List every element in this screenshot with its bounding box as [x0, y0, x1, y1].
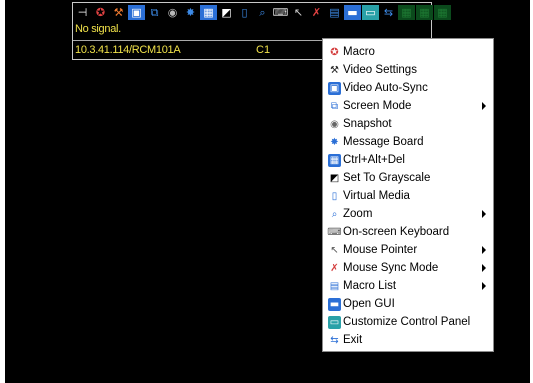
menu-item-label: Video Settings: [343, 64, 417, 76]
mouse-pointer-icon: ↖: [328, 243, 341, 257]
video-settings-icon[interactable]: ⚒: [110, 5, 127, 20]
menu-item-snapshot[interactable]: ◉ Snapshot: [323, 115, 493, 133]
ctrl-alt-del-icon[interactable]: ▦: [200, 5, 217, 20]
target-name: 10.3.41.114/RCM101A: [75, 44, 181, 56]
video-autosync-icon: ▣: [328, 81, 341, 95]
zoom-icon: ⌕: [328, 207, 341, 221]
menu-item-label: Video Auto-Sync: [343, 82, 428, 94]
green-panel-3-icon[interactable]: ▦: [434, 5, 451, 20]
menu-item-set-to-grayscale[interactable]: ◩ Set To Grayscale: [323, 169, 493, 187]
customize-panel-icon: ▭: [328, 315, 341, 329]
menu-item-zoom[interactable]: ⌕ Zoom: [323, 205, 493, 223]
menu-item-label: Exit: [343, 334, 363, 346]
macro-icon[interactable]: ✪: [92, 5, 109, 20]
menu-item-label: Message Board: [343, 136, 424, 148]
green-panel-2-icon[interactable]: ▦: [416, 5, 433, 20]
menu-item-label: Customize Control Panel: [343, 316, 471, 328]
message-board-icon[interactable]: ✸: [182, 5, 199, 20]
menu-item-virtual-media[interactable]: ▯ Virtual Media: [323, 187, 493, 205]
context-menu: ✪ Macro ⚒ Video Settings ▣ Video Auto-Sync ⧉ Sc…: [322, 38, 494, 352]
virtual-media-icon[interactable]: ▯: [236, 5, 253, 20]
screen-mode-icon[interactable]: ⧉: [146, 5, 163, 20]
menu-item-message-board[interactable]: ✸ Message Board: [323, 133, 493, 151]
customize-panel-icon[interactable]: ▭: [362, 5, 379, 20]
mouse-sync-icon[interactable]: ✗: [308, 5, 325, 20]
menu-item-mouse-pointer[interactable]: ↖ Mouse Pointer: [323, 241, 493, 259]
remote-screen: ⊣ ✪ ⚒ ▣ ⧉ ◉ ✸ ▦ ◩ ▯ ⌕ ⌨ ↖ ✗ ▤ ▬ ▭ ⇆ ▦ ▦ ▦ No signal. 10.3.41…: [5, 0, 530, 383]
exit-icon[interactable]: ⇆: [380, 5, 397, 20]
pin-icon[interactable]: ⊣: [74, 5, 91, 20]
menu-item-label: Macro List: [343, 280, 397, 292]
menu-item-macro-list[interactable]: ▤ Macro List: [323, 277, 493, 295]
macro-icon: ✪: [328, 45, 341, 59]
menu-item-label: Virtual Media: [343, 190, 410, 202]
virtual-media-icon: ▯: [328, 189, 341, 203]
screen-mode-icon: ⧉: [328, 99, 341, 113]
zoom-icon[interactable]: ⌕: [254, 5, 271, 20]
menu-item-label: On-screen Keyboard: [343, 226, 450, 238]
menu-item-label: Snapshot: [343, 118, 392, 130]
menu-item-macro[interactable]: ✪ Macro: [323, 43, 493, 61]
menu-item-label: Set To Grayscale: [343, 172, 431, 184]
menu-item-video-settings[interactable]: ⚒ Video Settings: [323, 61, 493, 79]
ctrl-alt-del-icon: ▦: [328, 153, 341, 167]
toolbar-icon-row: ⊣ ✪ ⚒ ▣ ⧉ ◉ ✸ ▦ ◩ ▯ ⌕ ⌨ ↖ ✗ ▤ ▬ ▭ ⇆ ▦ ▦ ▦: [74, 4, 451, 21]
snapshot-icon: ◉: [328, 117, 341, 131]
grayscale-icon[interactable]: ◩: [218, 5, 235, 20]
green-panel-1-icon[interactable]: ▦: [398, 5, 415, 20]
keyboard-icon[interactable]: ⌨: [272, 5, 289, 20]
keyboard-icon: ⌨: [327, 225, 342, 239]
menu-item-video-auto-sync[interactable]: ▣ Video Auto-Sync: [323, 79, 493, 97]
menu-item-customize-control-panel[interactable]: ▭ Customize Control Panel: [323, 313, 493, 331]
menu-item-label: Mouse Pointer: [343, 244, 418, 256]
menu-item-on-screen-keyboard[interactable]: ⌨ On-screen Keyboard: [323, 223, 493, 241]
macro-list-icon[interactable]: ▤: [326, 5, 343, 20]
menu-item-exit[interactable]: ⇆ Exit: [323, 331, 493, 349]
submenu-arrow-icon: [482, 282, 486, 290]
menu-item-label: Mouse Sync Mode: [343, 262, 439, 274]
signal-status: No signal.: [75, 23, 121, 35]
open-gui-icon[interactable]: ▬: [344, 5, 361, 20]
menu-item-screen-mode[interactable]: ⧉ Screen Mode: [323, 97, 493, 115]
menu-item-label: Screen Mode: [343, 100, 412, 112]
menu-item-label: Zoom: [343, 208, 373, 220]
message-board-icon: ✸: [328, 135, 341, 149]
menu-item-label: Macro: [343, 46, 375, 58]
submenu-arrow-icon: [482, 102, 486, 110]
submenu-arrow-icon: [482, 210, 486, 218]
snapshot-icon[interactable]: ◉: [164, 5, 181, 20]
open-gui-icon: ▬: [328, 297, 341, 311]
menu-item-open-gui[interactable]: ▬ Open GUI: [323, 295, 493, 313]
mouse-pointer-icon[interactable]: ↖: [290, 5, 307, 20]
menu-item-label: Ctrl+Alt+Del: [343, 154, 405, 166]
macro-list-icon: ▤: [328, 279, 341, 293]
channel-label: C1: [256, 44, 271, 56]
mouse-sync-icon: ✗: [328, 261, 341, 275]
menu-item-label: Open GUI: [343, 298, 395, 310]
submenu-arrow-icon: [482, 246, 486, 254]
grayscale-icon: ◩: [328, 171, 341, 185]
menu-item-mouse-sync-mode[interactable]: ✗ Mouse Sync Mode: [323, 259, 493, 277]
video-settings-icon: ⚒: [328, 63, 341, 77]
submenu-arrow-icon: [482, 264, 486, 272]
menu-item-ctrl-alt-del[interactable]: ▦ Ctrl+Alt+Del: [323, 151, 493, 169]
video-autosync-icon[interactable]: ▣: [128, 5, 145, 20]
exit-icon: ⇆: [328, 333, 341, 347]
